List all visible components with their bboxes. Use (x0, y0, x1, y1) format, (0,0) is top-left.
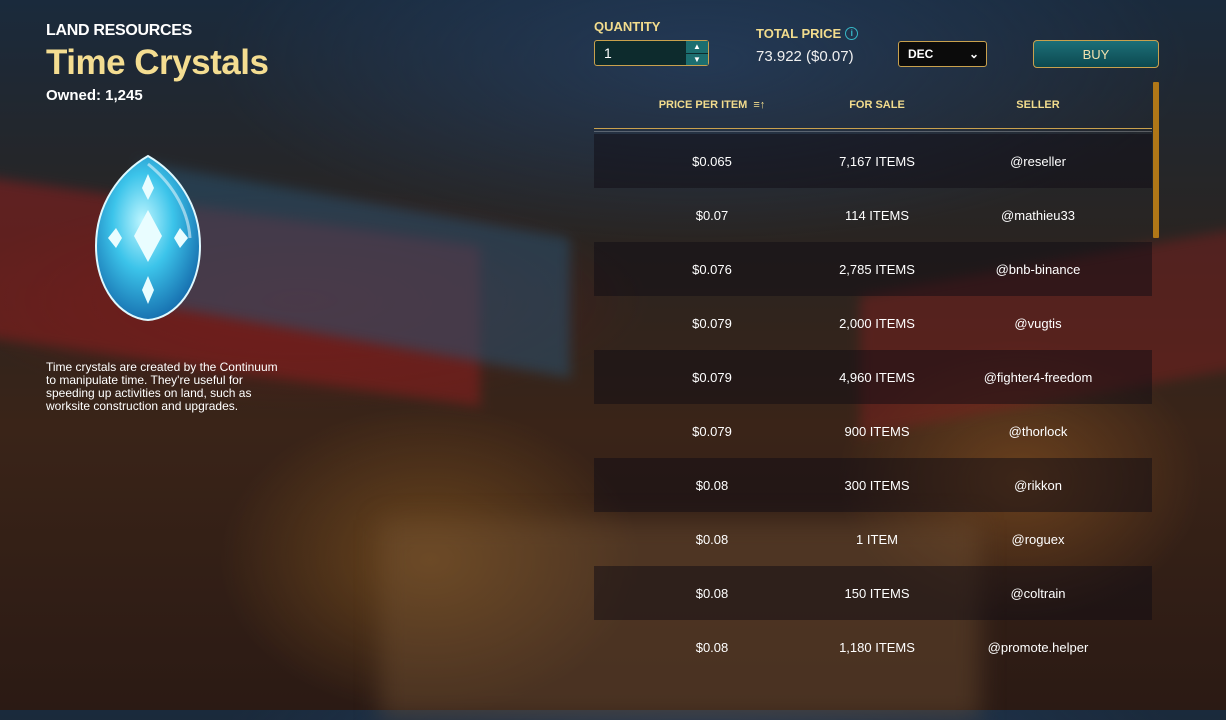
seller-cell: @fighter4-freedom (983, 369, 1093, 385)
table-row[interactable]: $0.076 2,785 ITEMS @bnb-binance (594, 242, 1152, 296)
table-row[interactable]: $0.07 114 ITEMS @mathieu33 (594, 188, 1152, 242)
for-sale-cell: 2,000 ITEMS (839, 315, 915, 331)
time-crystal-icon (94, 154, 202, 322)
seller-cell: @bnb-binance (995, 261, 1081, 277)
buy-button[interactable]: BUY (1033, 40, 1159, 68)
seller-cell: @thorlock (1008, 423, 1068, 439)
table-row[interactable]: $0.08 300 ITEMS @rikkon (594, 458, 1152, 512)
listings-table: PRICE PER ITEM ≡↑ FOR SALE SELLER $0.065… (594, 82, 1152, 699)
info-icon[interactable]: i (845, 27, 859, 40)
increment-icon[interactable]: ▲ (686, 41, 708, 53)
table-body: $0.065 7,167 ITEMS @reseller $0.07 114 I… (594, 134, 1152, 699)
currency-selected-value: DEC (908, 47, 934, 61)
for-sale-cell: 114 ITEMS (844, 207, 910, 223)
for-sale-cell: 900 ITEMS (844, 423, 910, 439)
table-row[interactable]: $0.079 2,000 ITEMS @vugtis (594, 296, 1152, 350)
chevron-down-icon: ⌄ (968, 47, 979, 61)
table-row[interactable]: $0.08 150 ITEMS @coltrain (594, 566, 1152, 620)
seller-cell: @rikkon (1014, 477, 1062, 493)
table-scrollbar[interactable] (1153, 82, 1159, 238)
seller-cell: @vugtis (1014, 315, 1062, 331)
item-header: LAND RESOURCES Time Crystals Owned: 1,24… (46, 22, 306, 104)
price-cell: $0.08 (695, 585, 729, 601)
for-sale-cell: 150 ITEMS (844, 585, 910, 601)
table-row[interactable]: $0.08 1,180 ITEMS @promote.helper (594, 620, 1152, 674)
sort-ascending-icon[interactable]: ≡↑ (753, 99, 765, 111)
price-cell: $0.065 (692, 153, 732, 169)
price-cell: $0.08 (695, 639, 729, 655)
total-price-label: TOTAL PRICE i (756, 26, 859, 41)
price-cell: $0.079 (692, 315, 732, 331)
table-row[interactable]: $0.065 7,167 ITEMS @reseller (594, 134, 1152, 188)
price-cell: $0.076 (692, 261, 732, 277)
seller-cell: @reseller (1010, 153, 1066, 169)
table-row[interactable]: $0.079 900 ITEMS @thorlock (594, 404, 1152, 458)
price-cell: $0.079 (692, 423, 732, 439)
background-awning-blue (140, 162, 570, 378)
column-header-price[interactable]: PRICE PER ITEM ≡↑ (594, 99, 830, 111)
total-price-value: 73.922 ($0.07) (756, 48, 854, 65)
seller-cell: @coltrain (1010, 585, 1066, 601)
owned-count: Owned: 1,245 (46, 87, 143, 104)
for-sale-cell: 7,167 ITEMS (839, 153, 915, 169)
price-cell: $0.079 (692, 369, 732, 385)
column-header-seller[interactable]: SELLER (924, 99, 1152, 111)
item-title: Time Crystals (46, 43, 269, 82)
price-cell: $0.08 (695, 477, 729, 493)
price-cell: $0.07 (695, 207, 729, 223)
for-sale-cell: 2,785 ITEMS (839, 261, 915, 277)
for-sale-cell: 4,960 ITEMS (839, 369, 915, 385)
quantity-input[interactable] (595, 41, 685, 65)
quantity-stepper[interactable]: ▲ ▼ (594, 40, 709, 66)
quantity-stepper-buttons: ▲ ▼ (686, 41, 708, 65)
for-sale-cell: 1,180 ITEMS (839, 639, 915, 655)
seller-cell: @roguex (1011, 531, 1065, 547)
item-description: Time crystals are created by the Continu… (46, 360, 278, 413)
seller-cell: @promote.helper (987, 639, 1089, 655)
price-cell: $0.08 (695, 531, 729, 547)
decrement-icon[interactable]: ▼ (686, 52, 708, 66)
column-header-for-sale[interactable]: FOR SALE (830, 99, 924, 111)
for-sale-cell: 1 ITEM (856, 531, 898, 547)
table-header: PRICE PER ITEM ≡↑ FOR SALE SELLER (594, 82, 1152, 132)
for-sale-cell: 300 ITEMS (844, 477, 910, 493)
total-price-label-text: TOTAL PRICE (756, 26, 842, 41)
table-row[interactable]: $0.08 1 ITEM @roguex (594, 512, 1152, 566)
item-category: LAND RESOURCES (46, 22, 193, 39)
column-header-price-label: PRICE PER ITEM (658, 99, 748, 111)
currency-select[interactable]: DEC ⌄ (898, 41, 987, 67)
seller-cell: @mathieu33 (1001, 207, 1075, 223)
quantity-label: QUANTITY (594, 19, 661, 34)
table-row[interactable]: $0.079 4,960 ITEMS @fighter4-freedom (594, 350, 1152, 404)
